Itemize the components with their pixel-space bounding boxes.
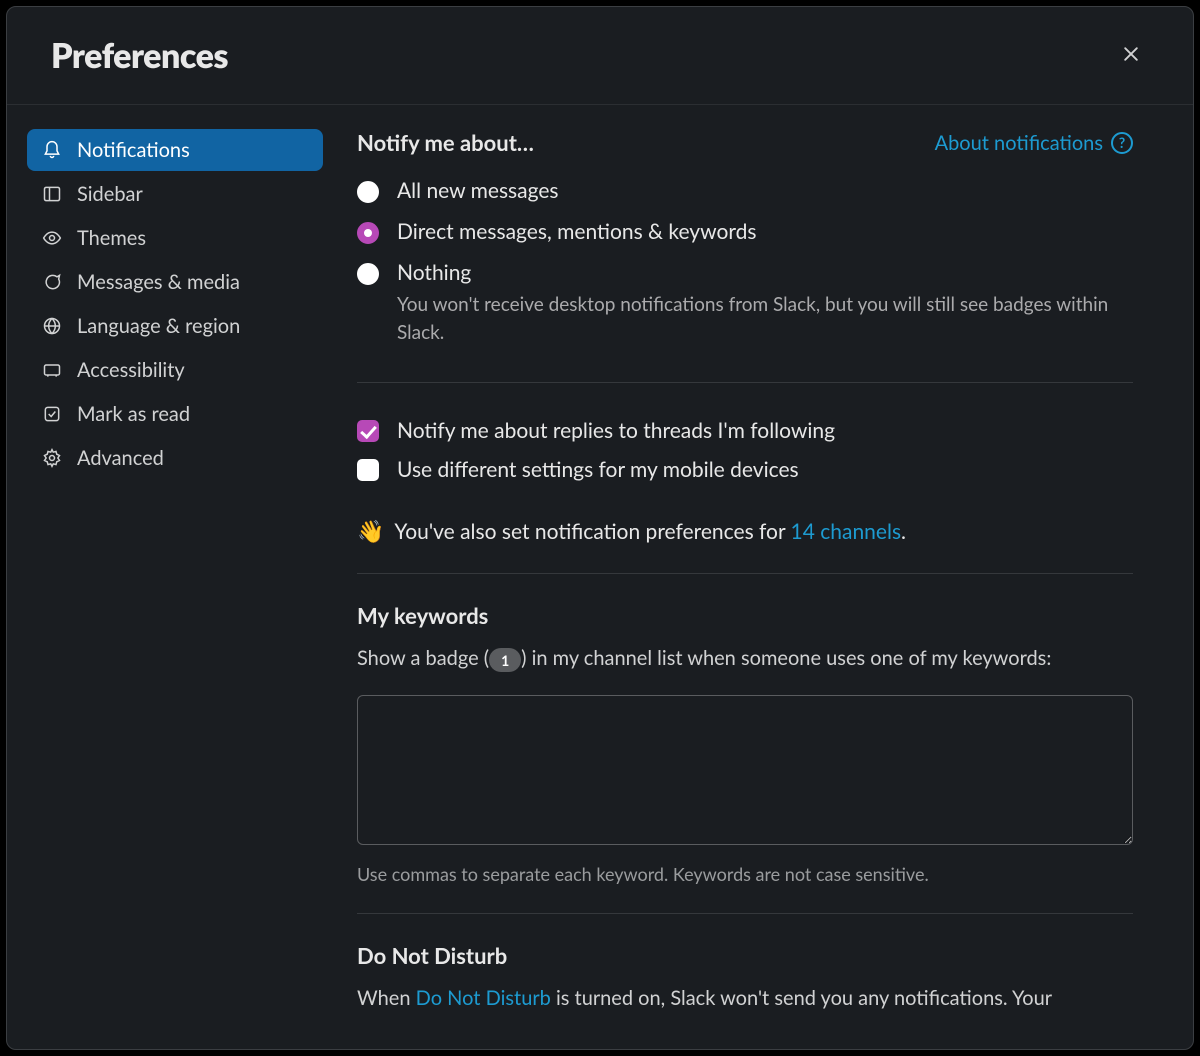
dnd-desc: When Do Not Disturb is turned on, Slack … bbox=[357, 983, 1133, 1013]
notify-option-nothing[interactable]: Nothing You won't receive desktop notifi… bbox=[357, 252, 1133, 354]
checkbox-label: Use different settings for my mobile dev… bbox=[397, 457, 799, 482]
sidebar-item-messages-media[interactable]: Messages & media bbox=[27, 261, 323, 303]
keywords-hint: Use commas to separate each keyword. Key… bbox=[357, 863, 1133, 885]
keywords-title: My keywords bbox=[357, 602, 1133, 629]
divider bbox=[357, 573, 1133, 574]
dnd-link[interactable]: Do Not Disturb bbox=[416, 986, 551, 1010]
keywords-desc: Show a badge (1) in my channel list when… bbox=[357, 643, 1133, 673]
info-text-suffix: . bbox=[901, 519, 906, 544]
keywords-desc-suffix: ) in my channel list when someone uses o… bbox=[521, 646, 1051, 670]
notify-section-head: Notify me about… About notifications ? bbox=[357, 129, 1133, 156]
sidebar-item-advanced[interactable]: Advanced bbox=[27, 437, 323, 479]
sidebar-item-label: Advanced bbox=[77, 446, 164, 470]
sidebar-item-accessibility[interactable]: Accessibility bbox=[27, 349, 323, 391]
gear-icon bbox=[41, 447, 63, 469]
keywords-input[interactable] bbox=[357, 695, 1133, 845]
dnd-desc-suffix: is turned on, Slack won't send you any n… bbox=[551, 986, 1052, 1010]
channels-link[interactable]: 14 channels bbox=[791, 519, 902, 544]
close-icon bbox=[1121, 44, 1141, 68]
sidebar-item-label: Notifications bbox=[77, 138, 190, 162]
keyboard-icon bbox=[41, 359, 63, 381]
sidebar-item-label: Sidebar bbox=[77, 182, 143, 206]
mobile-settings-checkbox-row[interactable]: Use different settings for my mobile dev… bbox=[357, 450, 1133, 489]
sidebar-item-sidebar[interactable]: Sidebar bbox=[27, 173, 323, 215]
preferences-sidebar: Notifications Sidebar Themes Messages & … bbox=[7, 105, 337, 1049]
modal-header: Preferences bbox=[7, 7, 1193, 105]
badge-pill: 1 bbox=[489, 648, 521, 672]
globe-icon bbox=[41, 315, 63, 337]
chat-icon bbox=[41, 271, 63, 293]
checkbox-label: Notify me about replies to threads I'm f… bbox=[397, 418, 835, 443]
modal-body: Notifications Sidebar Themes Messages & … bbox=[7, 105, 1193, 1049]
modal-title: Preferences bbox=[51, 35, 228, 76]
dnd-title: Do Not Disturb bbox=[357, 942, 1133, 969]
sidebar-item-notifications[interactable]: Notifications bbox=[27, 129, 323, 171]
notify-option-all[interactable]: All new messages bbox=[357, 170, 1133, 211]
radio-sublabel: You won't receive desktop notifications … bbox=[397, 291, 1133, 346]
sidebar-item-language-region[interactable]: Language & region bbox=[27, 305, 323, 347]
sidebar-item-label: Messages & media bbox=[77, 270, 240, 294]
radio-button[interactable] bbox=[357, 181, 379, 203]
about-notifications-label: About notifications bbox=[935, 131, 1103, 155]
sidebar-item-label: Themes bbox=[77, 226, 146, 250]
sidebar-item-mark-as-read[interactable]: Mark as read bbox=[27, 393, 323, 435]
eye-icon bbox=[41, 227, 63, 249]
sidebar-item-label: Accessibility bbox=[77, 358, 185, 382]
radio-button[interactable] bbox=[357, 222, 379, 244]
close-button[interactable] bbox=[1113, 38, 1149, 74]
keywords-desc-prefix: Show a badge ( bbox=[357, 646, 489, 670]
radio-button[interactable] bbox=[357, 263, 379, 285]
thread-replies-checkbox-row[interactable]: Notify me about replies to threads I'm f… bbox=[357, 411, 1133, 450]
radio-label: Direct messages, mentions & keywords bbox=[397, 219, 756, 244]
preferences-modal: Preferences Notifications Sidebar bbox=[6, 6, 1194, 1050]
divider bbox=[357, 913, 1133, 914]
checkbox[interactable] bbox=[357, 420, 379, 442]
bell-icon bbox=[41, 139, 63, 161]
wave-icon: 👋 bbox=[357, 517, 384, 545]
sidebar-item-label: Language & region bbox=[77, 314, 240, 338]
radio-label: All new messages bbox=[397, 178, 559, 203]
dnd-desc-prefix: When bbox=[357, 986, 416, 1010]
about-notifications-link[interactable]: About notifications ? bbox=[935, 131, 1133, 155]
help-icon: ? bbox=[1111, 132, 1133, 154]
sidebar-item-themes[interactable]: Themes bbox=[27, 217, 323, 259]
checkbox[interactable] bbox=[357, 459, 379, 481]
panel-left-icon bbox=[41, 183, 63, 205]
sidebar-item-label: Mark as read bbox=[77, 402, 190, 426]
notify-title: Notify me about… bbox=[357, 129, 534, 156]
channel-prefs-info: 👋 You've also set notification preferenc… bbox=[357, 517, 1133, 545]
radio-label: Nothing bbox=[397, 260, 1133, 285]
notify-option-dm-mentions[interactable]: Direct messages, mentions & keywords bbox=[357, 211, 1133, 252]
check-square-icon bbox=[41, 403, 63, 425]
divider bbox=[357, 382, 1133, 383]
content-scroll[interactable]: Notify me about… About notifications ? A… bbox=[337, 105, 1193, 1049]
info-text: You've also set notification preferences… bbox=[394, 519, 790, 544]
content-wrap: Notify me about… About notifications ? A… bbox=[337, 105, 1193, 1049]
